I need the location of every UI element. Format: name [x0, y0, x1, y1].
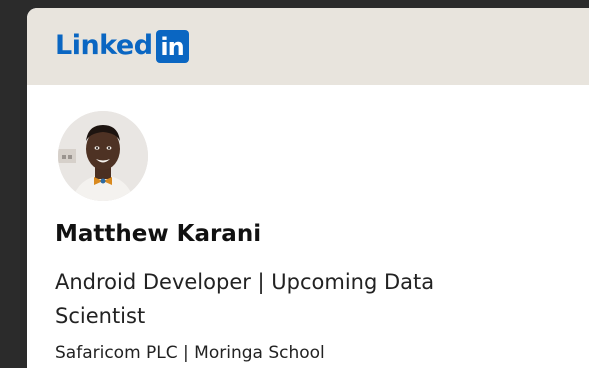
card-header: Linked in [27, 8, 589, 85]
linkedin-profile-card[interactable]: Linked in Matthew Karani Android Develop… [27, 8, 589, 368]
linkedin-in-icon: in [155, 29, 189, 63]
profile-name[interactable]: Matthew Karani [55, 221, 261, 247]
linkedin-logo[interactable]: Linked in [55, 29, 189, 63]
profile-headline: Android Developer | Upcoming Data Scient… [55, 270, 435, 328]
linkedin-wordmark: Linked [55, 30, 153, 61]
avatar[interactable] [58, 111, 148, 201]
profile-photo-icon [58, 111, 148, 201]
profile-organizations: Safaricom PLC | Moringa School [55, 343, 325, 363]
